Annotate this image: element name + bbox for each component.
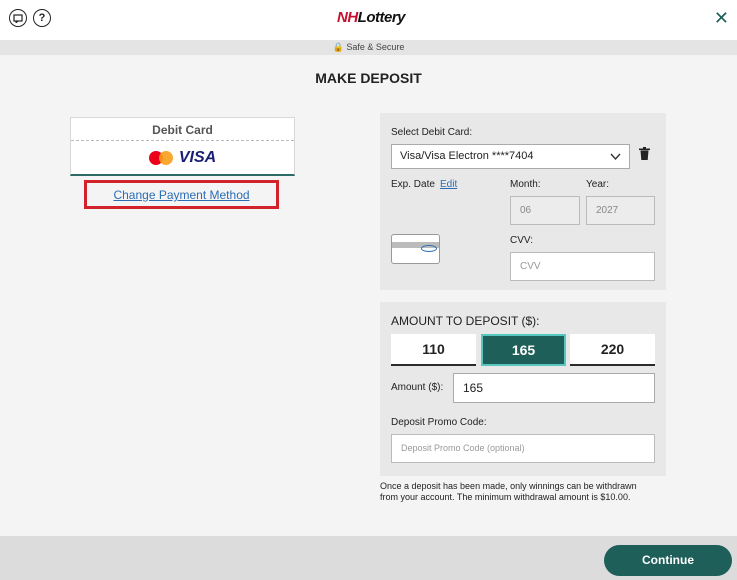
trash-icon[interactable] bbox=[639, 147, 650, 163]
change-payment-method-link[interactable]: Change Payment Method bbox=[113, 188, 249, 202]
selected-card-text: Visa/Visa Electron ****7404 bbox=[400, 150, 534, 162]
chat-icon[interactable] bbox=[9, 9, 27, 27]
chevron-down-icon bbox=[610, 145, 621, 177]
safe-secure-bar: 🔒 Safe & Secure bbox=[0, 40, 737, 55]
year-field: 2027 bbox=[586, 196, 655, 225]
debit-card-select[interactable]: Visa/Visa Electron ****7404 bbox=[391, 144, 630, 169]
month-label: Month: bbox=[510, 179, 541, 190]
card-brand-logos: VISA bbox=[71, 141, 294, 167]
deposit-amount-panel: AMOUNT TO DEPOSIT ($): 110 165 220 Amoun… bbox=[380, 302, 666, 476]
promo-code-label: Deposit Promo Code: bbox=[391, 417, 487, 428]
cvv-card-icon bbox=[391, 234, 440, 264]
year-label: Year: bbox=[586, 179, 609, 190]
amount-input[interactable]: 165 bbox=[453, 373, 655, 403]
page-title: MAKE DEPOSIT bbox=[315, 70, 422, 86]
withdrawal-notice: Once a deposit has been made, only winni… bbox=[380, 481, 637, 502]
cvv-label: CVV: bbox=[510, 235, 533, 246]
cvv-input[interactable]: CVV bbox=[510, 252, 655, 281]
change-payment-highlight: Change Payment Method bbox=[84, 180, 279, 209]
exp-date-label: Exp. Date bbox=[391, 179, 435, 190]
amount-option-165[interactable]: 165 bbox=[481, 334, 566, 366]
help-icon[interactable]: ? bbox=[33, 9, 51, 27]
payment-method-card: Debit Card VISA bbox=[70, 117, 295, 176]
payment-method-title: Debit Card bbox=[71, 118, 294, 141]
month-field: 06 bbox=[510, 196, 580, 225]
select-card-label: Select Debit Card: bbox=[391, 127, 473, 138]
mastercard-icon bbox=[148, 151, 175, 165]
amount-option-220[interactable]: 220 bbox=[570, 334, 655, 366]
deposit-amount-title: AMOUNT TO DEPOSIT ($): bbox=[391, 314, 540, 328]
top-bar: ? NHLottery ✕ bbox=[0, 0, 737, 40]
visa-icon: VISA bbox=[178, 149, 217, 166]
nh-lottery-logo[interactable]: NHLottery bbox=[337, 9, 406, 26]
card-details-panel: Select Debit Card: Visa/Visa Electron **… bbox=[380, 113, 666, 290]
amount-label: Amount ($): bbox=[391, 382, 444, 393]
edit-exp-link[interactable]: Edit bbox=[440, 179, 457, 190]
close-icon[interactable]: ✕ bbox=[714, 8, 729, 29]
amount-option-110[interactable]: 110 bbox=[391, 334, 476, 366]
promo-code-input[interactable]: Deposit Promo Code (optional) bbox=[391, 434, 655, 463]
continue-button[interactable]: Continue bbox=[604, 545, 732, 576]
